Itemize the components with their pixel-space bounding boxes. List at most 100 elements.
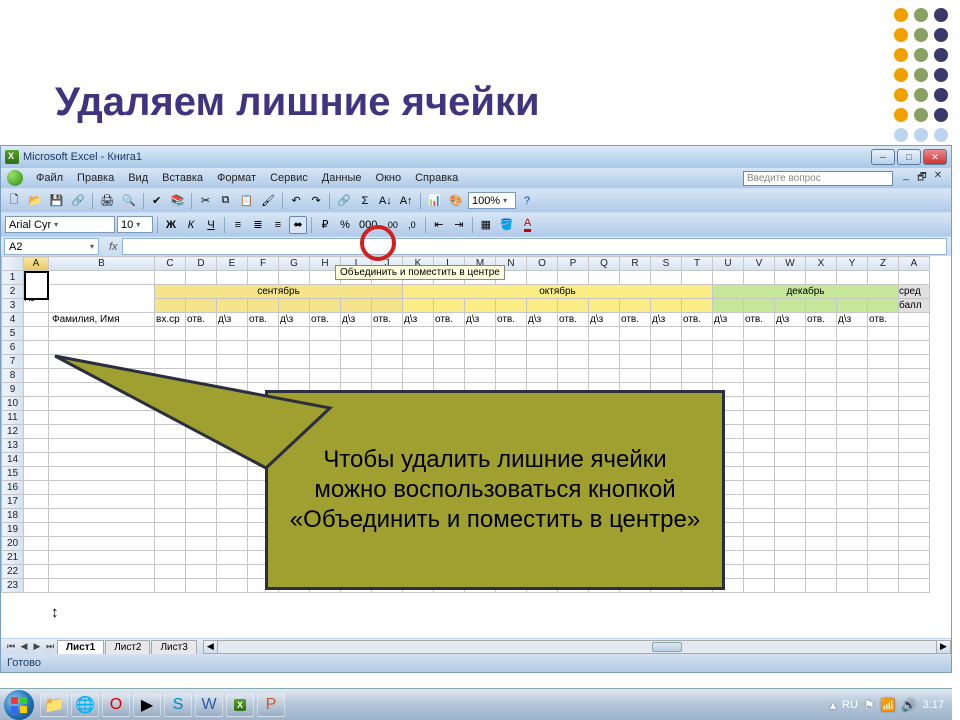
italic-icon[interactable]: К — [182, 216, 200, 234]
tray-network-icon[interactable]: 📶 — [881, 698, 896, 712]
new-icon[interactable]: 🗋 — [5, 192, 23, 210]
drawing-icon[interactable]: 🎨 — [446, 192, 466, 210]
hscroll-track[interactable]: ◀ ▶ — [203, 640, 951, 654]
inc-indent-icon[interactable]: ⇥ — [450, 216, 468, 234]
mdi-restore[interactable]: 🗗 — [915, 170, 929, 187]
dec-indent-icon[interactable]: ⇤ — [430, 216, 448, 234]
task-explorer-icon[interactable]: 📁 — [40, 693, 68, 717]
tray-lang[interactable]: RU — [842, 699, 858, 711]
undo-icon[interactable]: ↶ — [287, 192, 305, 210]
sheet-tab-3[interactable]: Лист3 — [151, 640, 196, 654]
menu-window[interactable]: Окно — [369, 170, 409, 186]
font-combo[interactable]: Arial Cyr▾ — [5, 216, 115, 233]
dec-decimal-icon[interactable]: ,0 — [403, 216, 421, 234]
mdi-minimize[interactable]: _ — [899, 170, 913, 187]
menubar: Файл Правка Вид Вставка Формат Сервис Да… — [1, 168, 951, 188]
open-icon[interactable]: 📂 — [25, 192, 45, 210]
ask-question-box[interactable]: Введите вопрос — [743, 171, 893, 186]
statusbar: Готово — [1, 654, 951, 672]
tab-prev-icon[interactable]: ◀ — [18, 641, 30, 652]
menu-edit[interactable]: Правка — [70, 170, 121, 186]
task-opera-icon[interactable]: O — [102, 693, 130, 717]
hscroll-left-icon[interactable]: ◀ — [204, 641, 218, 653]
hscroll-thumb[interactable] — [652, 642, 682, 652]
menu-help[interactable]: Справка — [408, 170, 465, 186]
tray-time[interactable]: 3:17 — [923, 699, 944, 711]
sheet-tab-bar: ⏮ ◀ ▶ ⏭ Лист1 Лист2 Лист3 ◀ ▶ — [1, 638, 951, 654]
fx-icon[interactable]: fx — [109, 241, 118, 253]
minimize-button[interactable]: ─ — [871, 149, 895, 165]
format-painter-icon[interactable]: 🖌 — [258, 192, 278, 210]
task-player-icon[interactable]: ▶ — [133, 693, 161, 717]
tab-first-icon[interactable]: ⏮ — [5, 641, 17, 652]
merge-center-icon[interactable]: ⬌ — [289, 216, 307, 234]
help-icon[interactable]: ? — [518, 192, 536, 210]
fill-color-icon[interactable]: 🪣 — [497, 216, 517, 234]
callout-text: Чтобы удалить лишние ячейки можно воспол… — [286, 445, 704, 535]
tray-flag-icon[interactable]: ⚑ — [864, 698, 875, 712]
align-center-icon[interactable]: ≣ — [249, 216, 267, 234]
align-left-icon[interactable]: ≡ — [229, 216, 247, 234]
print-icon[interactable]: 🖨 — [97, 192, 117, 210]
redo-icon[interactable]: ↷ — [307, 192, 325, 210]
autosum-icon[interactable]: Σ — [356, 192, 374, 210]
titlebar[interactable]: Microsoft Excel - Книга1 ─ □ ✕ — [1, 146, 951, 168]
menu-insert[interactable]: Вставка — [155, 170, 210, 186]
close-button[interactable]: ✕ — [923, 149, 947, 165]
callout-box: Чтобы удалить лишние ячейки можно воспол… — [265, 390, 725, 590]
excel-app-icon — [5, 150, 19, 164]
currency-icon[interactable]: ₽ — [316, 216, 334, 234]
underline-icon[interactable]: Ч — [202, 216, 220, 234]
menu-tools[interactable]: Сервис — [263, 170, 315, 186]
name-box[interactable]: A2▾ — [4, 238, 99, 255]
sheet-tab-2[interactable]: Лист2 — [105, 640, 150, 654]
tab-last-icon[interactable]: ⏭ — [44, 641, 56, 652]
save-icon[interactable]: 💾 — [47, 192, 67, 210]
standard-toolbar: 🗋 📂 💾 🔗 🖨 🔍 ✔ 📚 ✂ ⧉ 📋 🖌 ↶ ↷ 🔗 Σ A↓ A↑ 📊 … — [1, 188, 951, 212]
comma-icon[interactable]: 000 — [356, 216, 380, 234]
task-ppt-icon[interactable]: P — [257, 693, 285, 717]
menu-view[interactable]: Вид — [121, 170, 155, 186]
menu-data[interactable]: Данные — [315, 170, 369, 186]
zoom-combo[interactable]: 100%▾ — [468, 192, 516, 209]
tab-next-icon[interactable]: ▶ — [31, 641, 43, 652]
formula-bar[interactable] — [122, 238, 947, 255]
borders-icon[interactable]: ▦ — [477, 216, 495, 234]
menu-file[interactable]: Файл — [29, 170, 70, 186]
task-excel-icon[interactable] — [226, 693, 254, 717]
hscroll-right-icon[interactable]: ▶ — [936, 641, 950, 653]
format-toolbar: Arial Cyr▾ 10▾ Ж К Ч ≡ ≣ ≡ ⬌ ₽ % 000 ,00… — [1, 212, 951, 236]
tray-up-icon[interactable]: ▴ — [830, 698, 836, 712]
maximize-button[interactable]: □ — [897, 149, 921, 165]
cut-icon[interactable]: ✂ — [196, 192, 214, 210]
tray-sound-icon[interactable]: 🔊 — [902, 698, 917, 712]
copy-icon[interactable]: ⧉ — [216, 192, 234, 210]
align-right-icon[interactable]: ≡ — [269, 216, 287, 234]
slide-title: Удаляем лишние ячейки — [55, 80, 540, 125]
menu-format[interactable]: Формат — [210, 170, 263, 186]
task-word-icon[interactable]: W — [195, 693, 223, 717]
office-orb-icon[interactable] — [7, 170, 23, 186]
sort-desc-icon[interactable]: A↑ — [397, 192, 416, 210]
preview-icon[interactable]: 🔍 — [119, 192, 139, 210]
sheet-tab-1[interactable]: Лист1 — [57, 640, 104, 654]
taskbar: 📁 🌐 O ▶ S W P ▴ RU ⚑ 📶 🔊 3:17 — [0, 688, 952, 720]
permalink-icon[interactable]: 🔗 — [68, 192, 88, 210]
font-color-icon[interactable]: А — [519, 216, 537, 234]
sort-asc-icon[interactable]: A↓ — [376, 192, 395, 210]
inc-decimal-icon[interactable]: ,00 — [382, 216, 401, 234]
status-text: Готово — [7, 657, 41, 669]
start-button[interactable] — [4, 690, 34, 720]
task-skype-icon[interactable]: S — [164, 693, 192, 717]
font-size-combo[interactable]: 10▾ — [117, 216, 153, 233]
merge-tooltip: Объединить и поместить в центре — [335, 265, 505, 280]
chart-icon[interactable]: 📊 — [425, 192, 445, 210]
hyperlink-icon[interactable]: 🔗 — [334, 192, 354, 210]
paste-icon[interactable]: 📋 — [236, 192, 256, 210]
research-icon[interactable]: 📚 — [168, 192, 188, 210]
spellcheck-icon[interactable]: ✔ — [148, 192, 166, 210]
task-browser-icon[interactable]: 🌐 — [71, 693, 99, 717]
bold-icon[interactable]: Ж — [162, 216, 180, 234]
mdi-close[interactable]: ✕ — [931, 170, 945, 187]
percent-icon[interactable]: % — [336, 216, 354, 234]
